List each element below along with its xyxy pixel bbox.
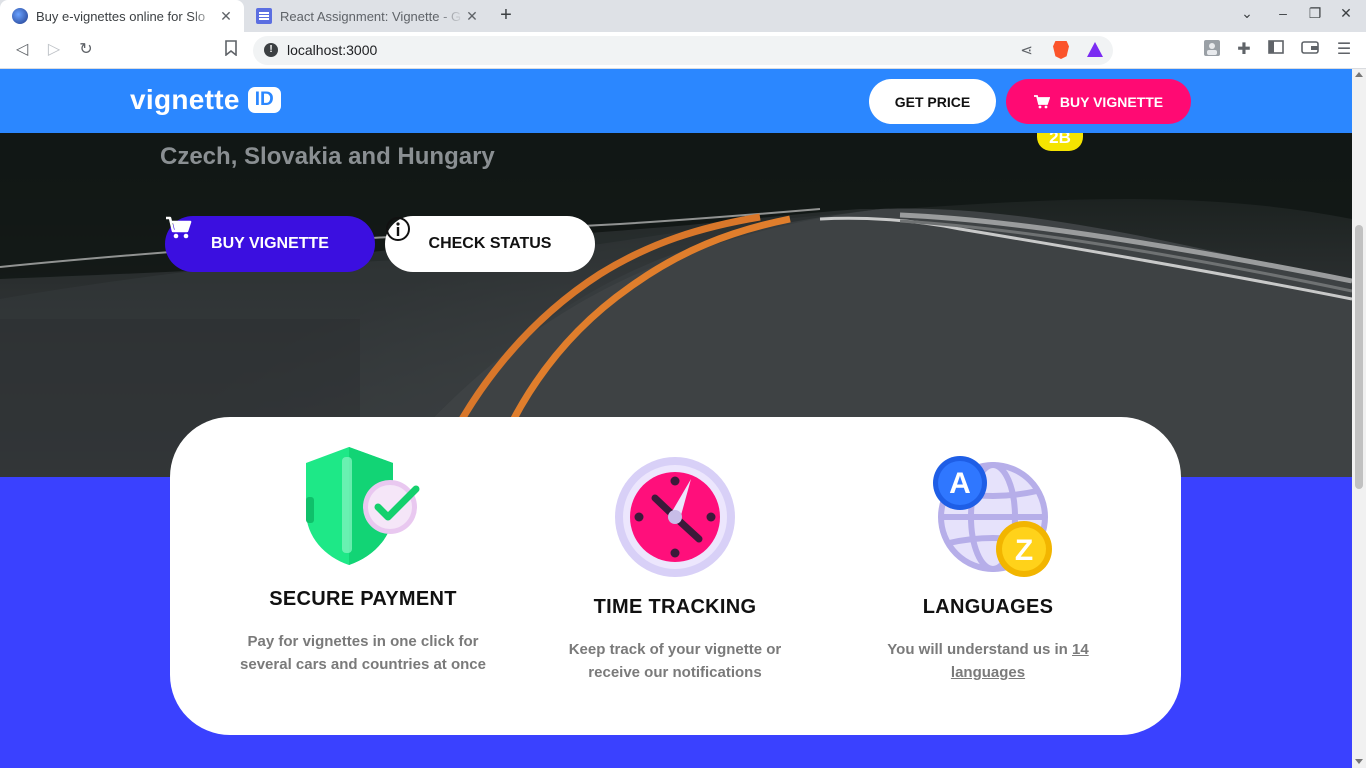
reload-icon[interactable]: ↻ xyxy=(76,40,96,60)
browser-tab-strip: Buy e-vignettes online for Slo ✕ React A… xyxy=(0,0,1366,32)
feature-description: Keep track of your vignette or receive o… xyxy=(568,641,782,681)
hero-subtitle: Czech, Slovakia and Hungary xyxy=(160,143,495,170)
feature-title: TIME TRACKING xyxy=(593,596,757,618)
features-card: SECURE PAYMENT Pay for vignettes in one … xyxy=(170,417,1181,735)
hero-buy-vignette-button[interactable]: BUY VIGNETTE xyxy=(165,216,375,272)
feature-description: You will understand us in 14 languages xyxy=(858,638,1118,684)
svg-text:Z: Z xyxy=(1015,534,1033,567)
menu-icon[interactable]: ☰ xyxy=(1334,40,1354,60)
feature-text: You will understand us in xyxy=(887,641,1073,658)
wallet-icon[interactable] xyxy=(1300,40,1320,60)
shield-check-icon xyxy=(306,447,420,565)
brave-shields-icon[interactable] xyxy=(1053,41,1069,59)
browser-toolbar: ◁ ▷ ↻ ! localhost:3000 ⋖ ✚ ☰ xyxy=(0,32,1366,69)
url-text: localhost:3000 xyxy=(287,42,378,58)
scroll-up-arrow-icon[interactable] xyxy=(1355,72,1363,77)
get-price-button[interactable]: GET PRICE xyxy=(869,79,996,124)
site-header: vignette ID GET PRICE BUY VIGNETTE xyxy=(0,69,1352,133)
address-bar[interactable]: ! localhost:3000 ⋖ xyxy=(253,36,1113,65)
tab-active[interactable]: Buy e-vignettes online for Slo ✕ xyxy=(0,0,244,32)
extensions-icon[interactable]: ✚ xyxy=(1234,40,1254,60)
hero-buy-label: BUY VIGNETTE xyxy=(211,235,329,252)
bookmark-icon[interactable] xyxy=(221,40,241,60)
scroll-down-arrow-icon[interactable] xyxy=(1355,759,1363,764)
clock-icon xyxy=(615,457,735,577)
sidebar-icon[interactable] xyxy=(1266,40,1286,60)
info-icon xyxy=(386,217,410,241)
globe-languages-icon: A Z xyxy=(933,456,1052,577)
feature-title: SECURE PAYMENT xyxy=(269,588,457,610)
close-tab-icon[interactable]: ✕ xyxy=(218,8,234,25)
minimize-icon[interactable]: – xyxy=(1273,5,1293,21)
feature-description: Pay for vignettes in one click for sever… xyxy=(240,633,486,673)
profile-icon[interactable] xyxy=(1202,40,1222,60)
logo-text: vignette xyxy=(130,84,240,115)
close-tab-icon[interactable]: ✕ xyxy=(464,8,480,25)
tab-inactive[interactable]: React Assignment: Vignette - G ✕ xyxy=(244,0,490,32)
maximize-icon[interactable]: ❐ xyxy=(1305,5,1325,22)
header-buy-label: BUY VIGNETTE xyxy=(1059,93,1164,110)
header-buy-vignette-button[interactable]: BUY VIGNETTE xyxy=(1006,79,1191,124)
back-icon[interactable]: ◁ xyxy=(12,40,32,60)
tab-title: Buy e-vignettes online for Slo xyxy=(36,8,206,24)
logo[interactable]: vignette ID xyxy=(130,84,281,116)
site-favicon-icon xyxy=(12,8,28,24)
logo-badge: ID xyxy=(247,87,281,113)
page-scrollbar[interactable] xyxy=(1352,69,1366,768)
svg-text:A: A xyxy=(949,467,971,500)
cart-icon xyxy=(1033,94,1050,108)
feature-title: LANGUAGES xyxy=(922,596,1054,618)
docs-favicon-icon xyxy=(256,8,272,24)
tab-title: React Assignment: Vignette - G xyxy=(280,8,462,24)
site-info-icon[interactable]: ! xyxy=(264,43,278,57)
share-icon[interactable]: ⋖ xyxy=(1020,41,1033,59)
forward-icon[interactable]: ▷ xyxy=(44,40,64,60)
cart-icon xyxy=(166,216,192,239)
feature-time-tracking: TIME TRACKING Keep track of your vignett… xyxy=(545,455,805,684)
scrollbar-thumb[interactable] xyxy=(1355,225,1363,489)
page-viewport: Czech, Slovakia and Hungary 2B BUY VIGNE… xyxy=(0,69,1352,768)
feature-languages: A Z LANGUAGES You will understand us in … xyxy=(858,455,1118,684)
new-tab-button[interactable]: + xyxy=(495,4,517,26)
brave-rewards-icon[interactable] xyxy=(1087,42,1103,57)
window-close-icon[interactable]: ✕ xyxy=(1336,5,1356,22)
tab-search-icon[interactable]: ⌄ xyxy=(1237,5,1257,22)
check-status-label: CHECK STATUS xyxy=(428,235,552,252)
feature-secure-payment: SECURE PAYMENT Pay for vignettes in one … xyxy=(233,445,493,676)
check-status-button[interactable]: CHECK STATUS xyxy=(385,216,595,272)
